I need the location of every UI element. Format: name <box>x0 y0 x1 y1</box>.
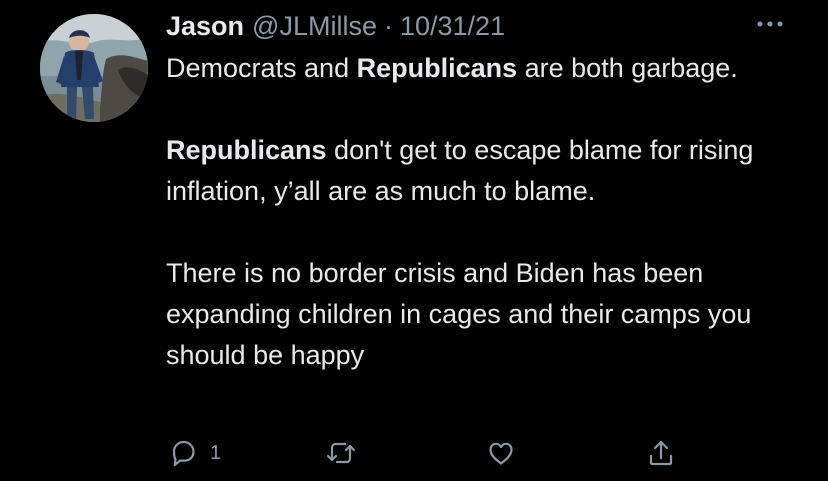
more-horizontal-icon <box>757 21 783 27</box>
tweet-actions: 1 <box>166 434 686 472</box>
tweet-paragraph-1-text-before: Democrats and <box>166 53 357 83</box>
share-button[interactable] <box>644 434 678 472</box>
retweet-button[interactable] <box>324 434 358 472</box>
tweet-paragraph-2: Republicans don't get to escape blame fo… <box>166 130 796 212</box>
more-options-button[interactable] <box>752 12 788 36</box>
reply-icon <box>172 440 195 467</box>
tweet-date[interactable]: 10/31/21 <box>400 8 505 44</box>
tweet-text: Democrats and Republicans are both garba… <box>166 48 796 376</box>
like-icon <box>489 442 513 465</box>
avatar-photo <box>40 14 148 122</box>
share-icon <box>649 440 673 466</box>
reply-count: 1 <box>210 441 222 464</box>
tweet-header: Jason @JLMillse · 10/31/21 <box>166 8 505 44</box>
tweet-paragraph-1-bold-word: Republicans <box>356 53 518 83</box>
author-display-name[interactable]: Jason <box>166 8 244 44</box>
tweet-paragraph-1: Democrats and Republicans are both garba… <box>166 48 796 89</box>
avatar[interactable] <box>40 14 148 122</box>
tweet-paragraph-1-text-after: are both garbage. <box>517 53 738 83</box>
tweet-paragraph-3: There is no border crisis and Biden has … <box>166 258 752 370</box>
tweet[interactable]: Jason @JLMillse · 10/31/21 Democrats and… <box>0 0 828 481</box>
reply-button[interactable]: 1 <box>166 434 221 472</box>
tweet-paragraph-2-bold-word: Republicans <box>166 135 327 165</box>
like-button[interactable] <box>484 434 518 472</box>
retweet-icon <box>326 442 356 464</box>
author-handle[interactable]: @JLMillse <box>252 8 377 44</box>
header-separator: · <box>383 11 393 41</box>
